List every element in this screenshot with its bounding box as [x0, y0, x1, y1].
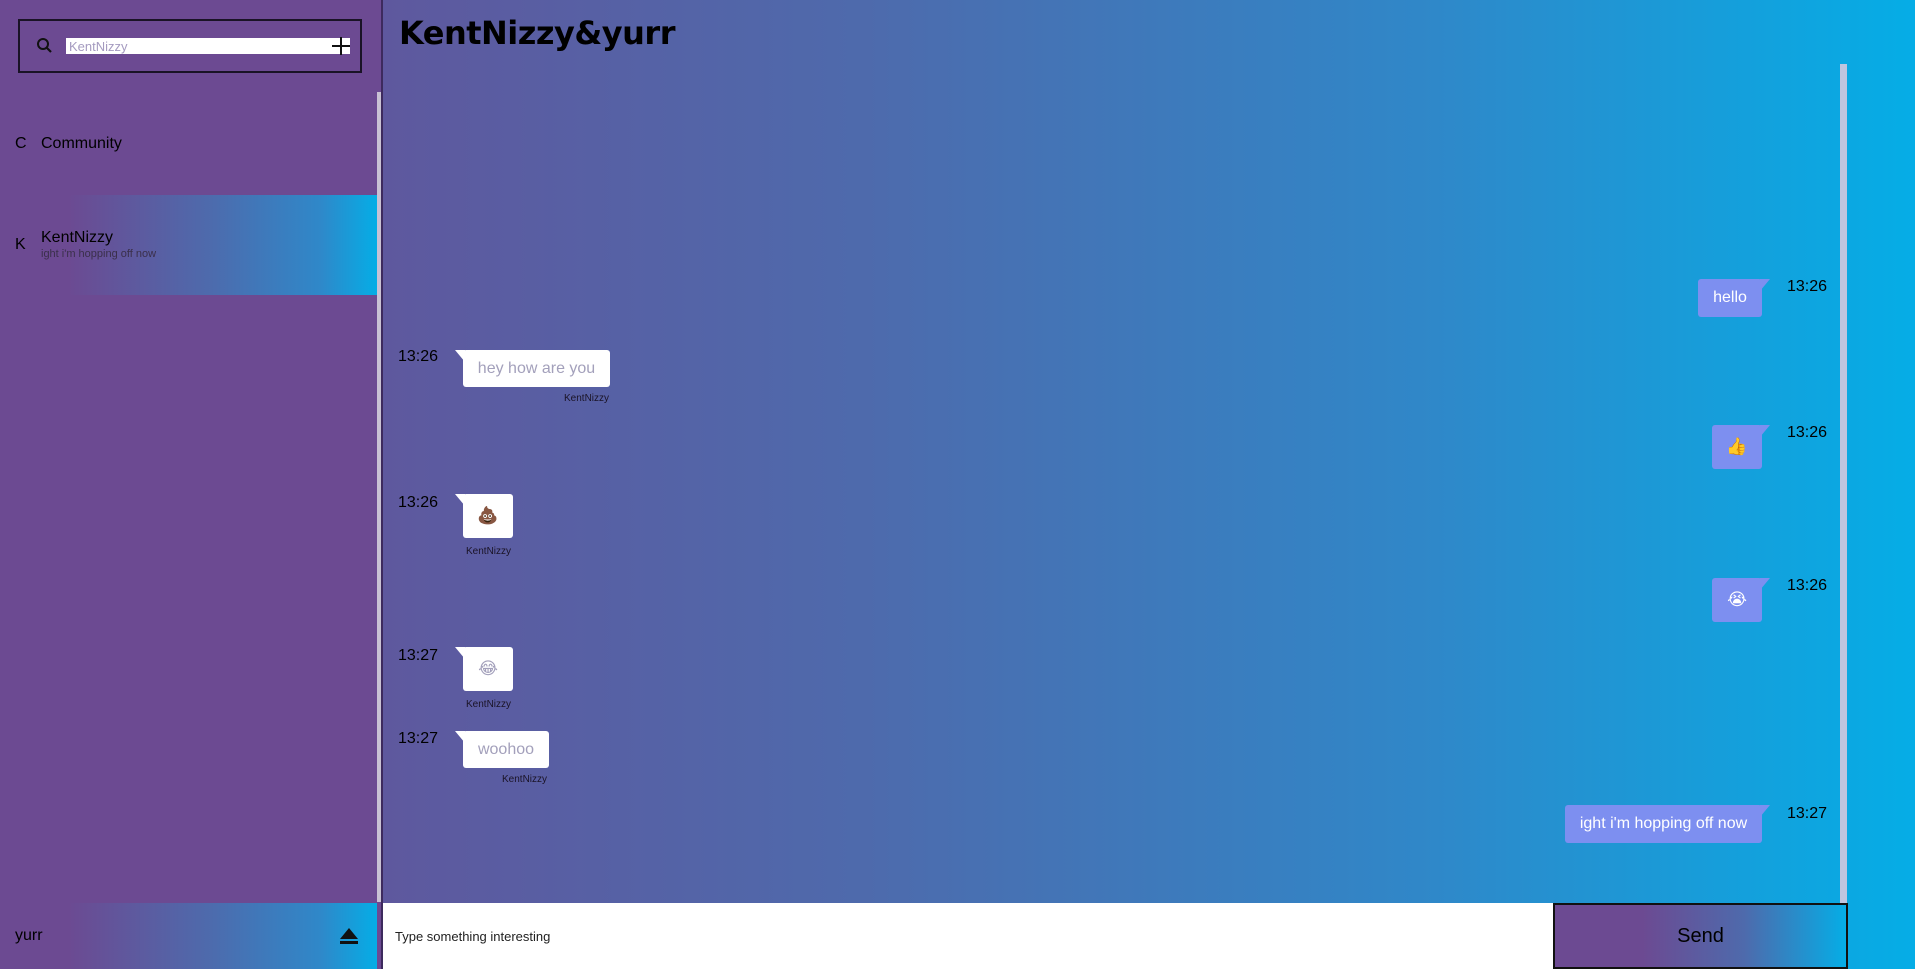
message-time: 13:26	[398, 494, 439, 511]
message-sender: KentNizzy	[466, 699, 512, 710]
message-bubble: 😂	[455, 647, 513, 691]
send-button[interactable]: Send	[1553, 903, 1848, 969]
sidebar-scrollbar[interactable]	[377, 92, 381, 902]
message-sender: KentNizzy	[502, 774, 548, 785]
conversation-name: KentNizzy	[41, 229, 114, 246]
message-bubble: 💩	[455, 494, 513, 538]
message-text: 💩	[477, 506, 499, 526]
conversation-name: Community	[41, 135, 122, 152]
conversation-initial: K	[15, 236, 26, 253]
conversation-preview: ight i'm hopping off now	[41, 248, 157, 260]
user-bar: yurr	[0, 903, 377, 969]
search-input[interactable]	[66, 38, 350, 54]
message-time: 13:27	[1787, 805, 1828, 822]
message-time: 13:27	[398, 730, 439, 747]
conversation-item-kentnizzy[interactable]: K KentNizzy ight i'm hopping off now	[0, 195, 377, 295]
message-time: 13:27	[398, 647, 439, 664]
message-bubble: 👍	[1712, 425, 1770, 469]
add-conversation-icon[interactable]	[330, 35, 352, 57]
messages-scrollbar[interactable]	[1840, 64, 1847, 904]
conversation-item-community[interactable]: C Community	[0, 92, 377, 192]
message-input[interactable]	[395, 903, 1535, 969]
sidebar: C Community K KentNizzy ight i'm hopping…	[0, 0, 383, 969]
message-text: hey how are you	[477, 359, 596, 377]
current-user-name: yurr	[15, 927, 43, 944]
message-bubble: woohoo	[455, 731, 549, 768]
message-bubble: ight i'm hopping off now	[1565, 805, 1770, 843]
message-bubble: hello	[1698, 279, 1770, 317]
message-time: 13:26	[398, 348, 439, 365]
message-sender: KentNizzy	[564, 393, 610, 404]
message-time: 13:26	[1787, 424, 1828, 441]
search-box	[18, 19, 362, 73]
message-text: 😂	[478, 659, 498, 679]
composer	[383, 903, 1553, 969]
message-time: 13:26	[1787, 278, 1828, 295]
message-text: woohoo	[477, 740, 535, 758]
message-text: hello	[1713, 289, 1747, 306]
chat-title: KentNizzy&yurr	[399, 14, 675, 52]
message-text: 😭	[1727, 590, 1747, 610]
message-time: 13:26	[1787, 577, 1828, 594]
message-text: 👍	[1726, 437, 1748, 457]
message-sender: KentNizzy	[466, 546, 512, 557]
eject-icon[interactable]	[338, 925, 360, 947]
search-icon	[36, 37, 54, 55]
message-text: ight i'm hopping off now	[1579, 815, 1748, 832]
conversation-initial: C	[15, 135, 27, 152]
message-bubble: hey how are you	[455, 350, 610, 387]
message-bubble: 😭	[1712, 578, 1770, 622]
